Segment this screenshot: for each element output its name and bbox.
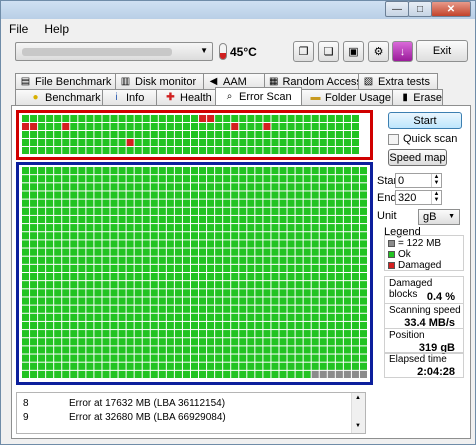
lightbulb-icon: ● (32, 92, 39, 103)
log-scrollbar[interactable]: ▲ ▼ (351, 393, 365, 433)
start-input[interactable]: 0 ▲ ▼ (395, 173, 442, 188)
title-bar[interactable]: — □ ✕ (1, 1, 475, 19)
speaker-icon: ◀ (209, 76, 218, 87)
quick-scan-row: Quick scan (388, 133, 457, 145)
tab-benchmark[interactable]: ● Benchmark (15, 89, 103, 105)
spinner-icon[interactable]: ▲ ▼ (431, 191, 441, 204)
copy-text-button[interactable]: ❐ (293, 41, 314, 62)
maximize-icon[interactable]: □ (408, 1, 432, 17)
highlight-frame-red (16, 110, 373, 160)
minimize-icon[interactable]: — (385, 1, 409, 17)
red-swatch-icon (388, 262, 395, 269)
exit-button[interactable]: Exit (416, 40, 468, 62)
legend: = 122 MB Ok Damaged (384, 235, 464, 271)
position-box: Position 319 gB (384, 328, 464, 354)
extra-tests-icon: ▧ (363, 76, 374, 87)
menu-help[interactable]: Help (44, 22, 69, 36)
tab-file-benchmark[interactable]: ▤ File Benchmark (15, 73, 116, 89)
tab-erase[interactable]: ▮ Erase (392, 89, 443, 105)
drive-name-redacted (22, 48, 172, 56)
menu-file[interactable]: File (9, 22, 28, 36)
unit-select[interactable]: gB ▼ (418, 209, 460, 225)
damaged-blocks-box: Damaged blocks 0.4 % (384, 276, 464, 304)
speed-map-button[interactable]: Speed map (388, 149, 447, 166)
log-row: 9 Error at 32680 MB (LBA 66929084) (23, 412, 226, 423)
health-cross-icon: ✚ (166, 92, 175, 103)
quick-scan-checkbox[interactable] (388, 133, 399, 145)
copy-image-button[interactable]: ❏ (318, 41, 339, 62)
random-access-icon: ▦ (269, 76, 279, 87)
down-arrow-icon: ↓ (399, 45, 406, 58)
chevron-down-icon: ▼ (448, 213, 455, 220)
app-window: — □ ✕ File Help ▼ 45°C ❐ ❏ ▣ ⚙ ↓ Exit ▤ F… (0, 0, 476, 445)
end-input[interactable]: 320 ▲ ▼ (395, 190, 442, 205)
elapsed-time-value: 2:04:28 (417, 366, 455, 378)
spinner-icon[interactable]: ▲ ▼ (431, 174, 441, 187)
download-button[interactable]: ↓ (392, 41, 413, 62)
drive-select[interactable]: ▼ (15, 42, 213, 61)
trash-icon: ▮ (402, 92, 408, 103)
scanning-speed-box: Scanning speed 33.4 MB/s (384, 303, 464, 329)
start-button[interactable]: Start (388, 112, 462, 129)
folder-icon: ▬ (310, 92, 321, 103)
options-icon: ⚙ (373, 46, 384, 58)
file-benchmark-icon: ▤ (20, 76, 31, 87)
temperature-value: 45°C (230, 45, 257, 59)
unit-label: Unit (377, 210, 397, 222)
toolbar: ▼ 45°C ❐ ❏ ▣ ⚙ ↓ Exit (1, 39, 475, 65)
elapsed-time-box: Elapsed time 2:04:28 (384, 352, 464, 378)
highlight-frame-blue (16, 162, 373, 385)
chevron-down-icon: ▼ (200, 46, 208, 55)
disk-monitor-icon: ▥ (120, 76, 131, 87)
close-icon[interactable]: ✕ (431, 1, 471, 17)
end-label: End (377, 192, 397, 204)
legend-damaged: Damaged (388, 260, 441, 271)
tab-extra-tests[interactable]: ▧ Extra tests (358, 73, 438, 89)
scroll-down-icon[interactable]: ▼ (355, 423, 361, 429)
grey-swatch-icon (388, 240, 395, 247)
legend-ok: Ok (388, 249, 411, 260)
menu-bar: File Help (1, 19, 475, 39)
tabs-row-2: ● Benchmark i Info ✚ Health ⌕ Error Scan ▬ Fo… (15, 87, 443, 105)
tab-health[interactable]: ✚ Health (156, 89, 216, 105)
scroll-up-icon[interactable]: ▲ (355, 395, 361, 401)
log-row: 8 Error at 17632 MB (LBA 36112154) (23, 398, 226, 409)
save-icon: ▣ (348, 46, 359, 58)
copy-icon: ❐ (298, 46, 309, 58)
error-log[interactable]: 8 Error at 17632 MB (LBA 36112154) 9 Err… (16, 392, 366, 434)
magnifier-icon: ⌕ (226, 91, 233, 102)
copy-image-icon: ❏ (323, 46, 334, 58)
damaged-blocks-value: 0.4 % (426, 291, 455, 303)
tab-disk-monitor[interactable]: ▥ Disk monitor (115, 73, 204, 89)
quick-scan-label: Quick scan (403, 133, 458, 145)
legend-block-size: = 122 MB (388, 238, 441, 249)
thermometer-icon (219, 43, 227, 60)
tab-folder-usage[interactable]: ▬ Folder Usage (301, 89, 393, 105)
save-button[interactable]: ▣ (343, 41, 364, 62)
tab-error-scan[interactable]: ⌕ Error Scan (215, 87, 302, 105)
tab-info[interactable]: i Info (102, 89, 157, 105)
info-icon: i (115, 92, 118, 103)
options-button[interactable]: ⚙ (368, 41, 389, 62)
green-swatch-icon (388, 251, 395, 258)
